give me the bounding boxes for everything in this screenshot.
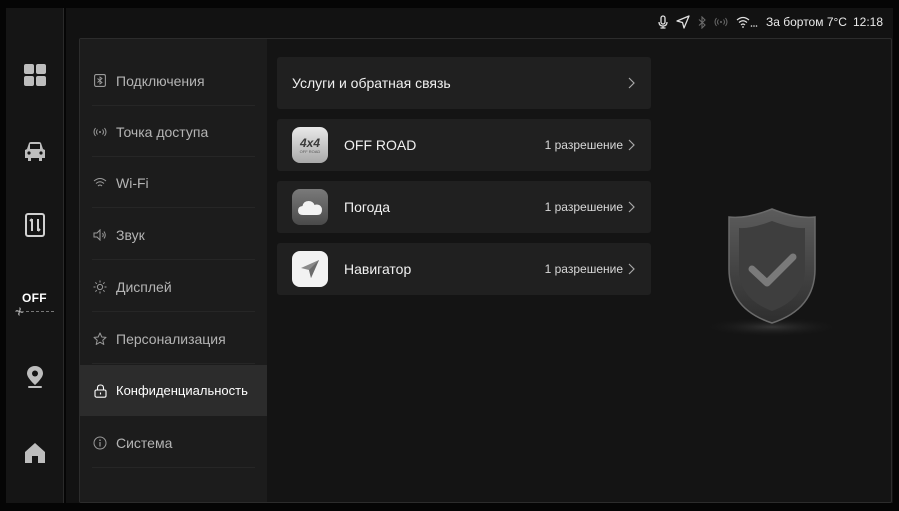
fan-speed-indicator [15, 306, 54, 316]
bluetooth-icon [698, 15, 706, 29]
nav-item-sound[interactable]: Звук [80, 209, 267, 260]
app-name: Навигатор [344, 261, 412, 277]
nav-item-label: Система [116, 434, 173, 451]
nav-item-label: Персонализация [116, 330, 226, 347]
chevron-right-icon [628, 139, 635, 151]
apps-grid-icon [23, 64, 46, 86]
nav-item-display[interactable]: Дисплей [80, 261, 267, 312]
settings-nav: Подключения Точка доступа Wi-Fi Звук Дис… [80, 39, 267, 502]
app-permissions: 1 разрешение [544, 138, 623, 152]
hotspot-icon [93, 125, 107, 139]
star-icon [93, 332, 107, 346]
nav-item-personalization[interactable]: Персонализация [80, 313, 267, 364]
nav-item-label: Подключения [116, 72, 205, 89]
location-arrow-icon [676, 15, 690, 29]
nav-item-connections[interactable]: Подключения [80, 55, 267, 106]
nav-item-privacy[interactable]: Конфиденциальность [80, 365, 267, 416]
nav-item-label: Конфиденциальность [116, 383, 248, 398]
nav-item-label: Точка доступа [116, 123, 209, 140]
main-window: За бортом 7°C 12:18 Подключения Точка до… [66, 8, 893, 503]
climate-off-label: OFF [22, 290, 47, 305]
hotspot-icon [714, 17, 728, 27]
phone-mirror-button[interactable] [6, 200, 63, 250]
info-icon [93, 436, 107, 450]
privacy-shield-icon [702, 208, 842, 337]
status-bar: За бортом 7°C 12:18 [66, 8, 893, 36]
weather-app-icon [292, 189, 328, 225]
nav-item-label: Wi-Fi [116, 174, 149, 191]
offroad-app-icon: 4x4 OFF ROAD [292, 127, 328, 163]
app-row-navigator[interactable]: Навигатор 1 разрешение [277, 243, 651, 295]
climate-off-button[interactable]: OFF [6, 278, 63, 328]
phone-mirror-icon [24, 213, 45, 237]
car-icon [24, 142, 45, 161]
map-pin-icon [26, 366, 43, 388]
settings-frame: Подключения Точка доступа Wi-Fi Звук Дис… [79, 38, 892, 503]
nav-item-system[interactable]: Система [80, 417, 267, 468]
app-name: Погода [344, 199, 391, 215]
apps-grid-button[interactable] [6, 50, 63, 100]
chevron-right-icon [628, 263, 635, 275]
services-feedback-row[interactable]: Услуги и обратная связь [277, 57, 651, 109]
app-row-weather[interactable]: Погода 1 разрешение [277, 181, 651, 233]
mic-icon [658, 15, 668, 29]
wifi-icon [93, 176, 107, 190]
nav-item-label: Звук [116, 226, 145, 243]
fan-icon [15, 306, 24, 316]
app-permissions: 1 разрешение [544, 200, 623, 214]
clock: 12:18 [852, 15, 883, 29]
nav-item-wifi[interactable]: Wi-Fi [80, 157, 267, 208]
wifi-icon [736, 16, 758, 28]
car-button[interactable] [6, 126, 63, 176]
home-icon [24, 443, 45, 463]
brightness-icon [93, 280, 107, 294]
app-permissions: 1 разрешение [544, 262, 623, 276]
speaker-icon [93, 228, 107, 242]
nav-item-label: Дисплей [116, 278, 172, 295]
navigation-arrow-icon [301, 260, 319, 278]
navigator-app-icon [292, 251, 328, 287]
chevron-right-icon [628, 201, 635, 213]
cloud-icon [298, 201, 322, 215]
offroad-icon-subtext: OFF ROAD [299, 148, 321, 154]
outside-temperature: За бортом 7°C [765, 15, 847, 29]
app-row-offroad[interactable]: 4x4 OFF ROAD OFF ROAD 1 разрешение [277, 119, 651, 171]
offroad-icon-text: 4x4 [299, 135, 321, 150]
left-dock: OFF [6, 8, 64, 503]
nav-item-hotspot[interactable]: Точка доступа [80, 106, 267, 157]
app-name: OFF ROAD [344, 137, 417, 153]
services-feedback-label: Услуги и обратная связь [292, 75, 451, 91]
chevron-right-icon [628, 77, 635, 89]
lock-icon [93, 383, 107, 398]
map-pin-button[interactable] [6, 352, 63, 402]
bluetooth-box-icon [93, 74, 107, 88]
home-button[interactable] [6, 428, 63, 478]
